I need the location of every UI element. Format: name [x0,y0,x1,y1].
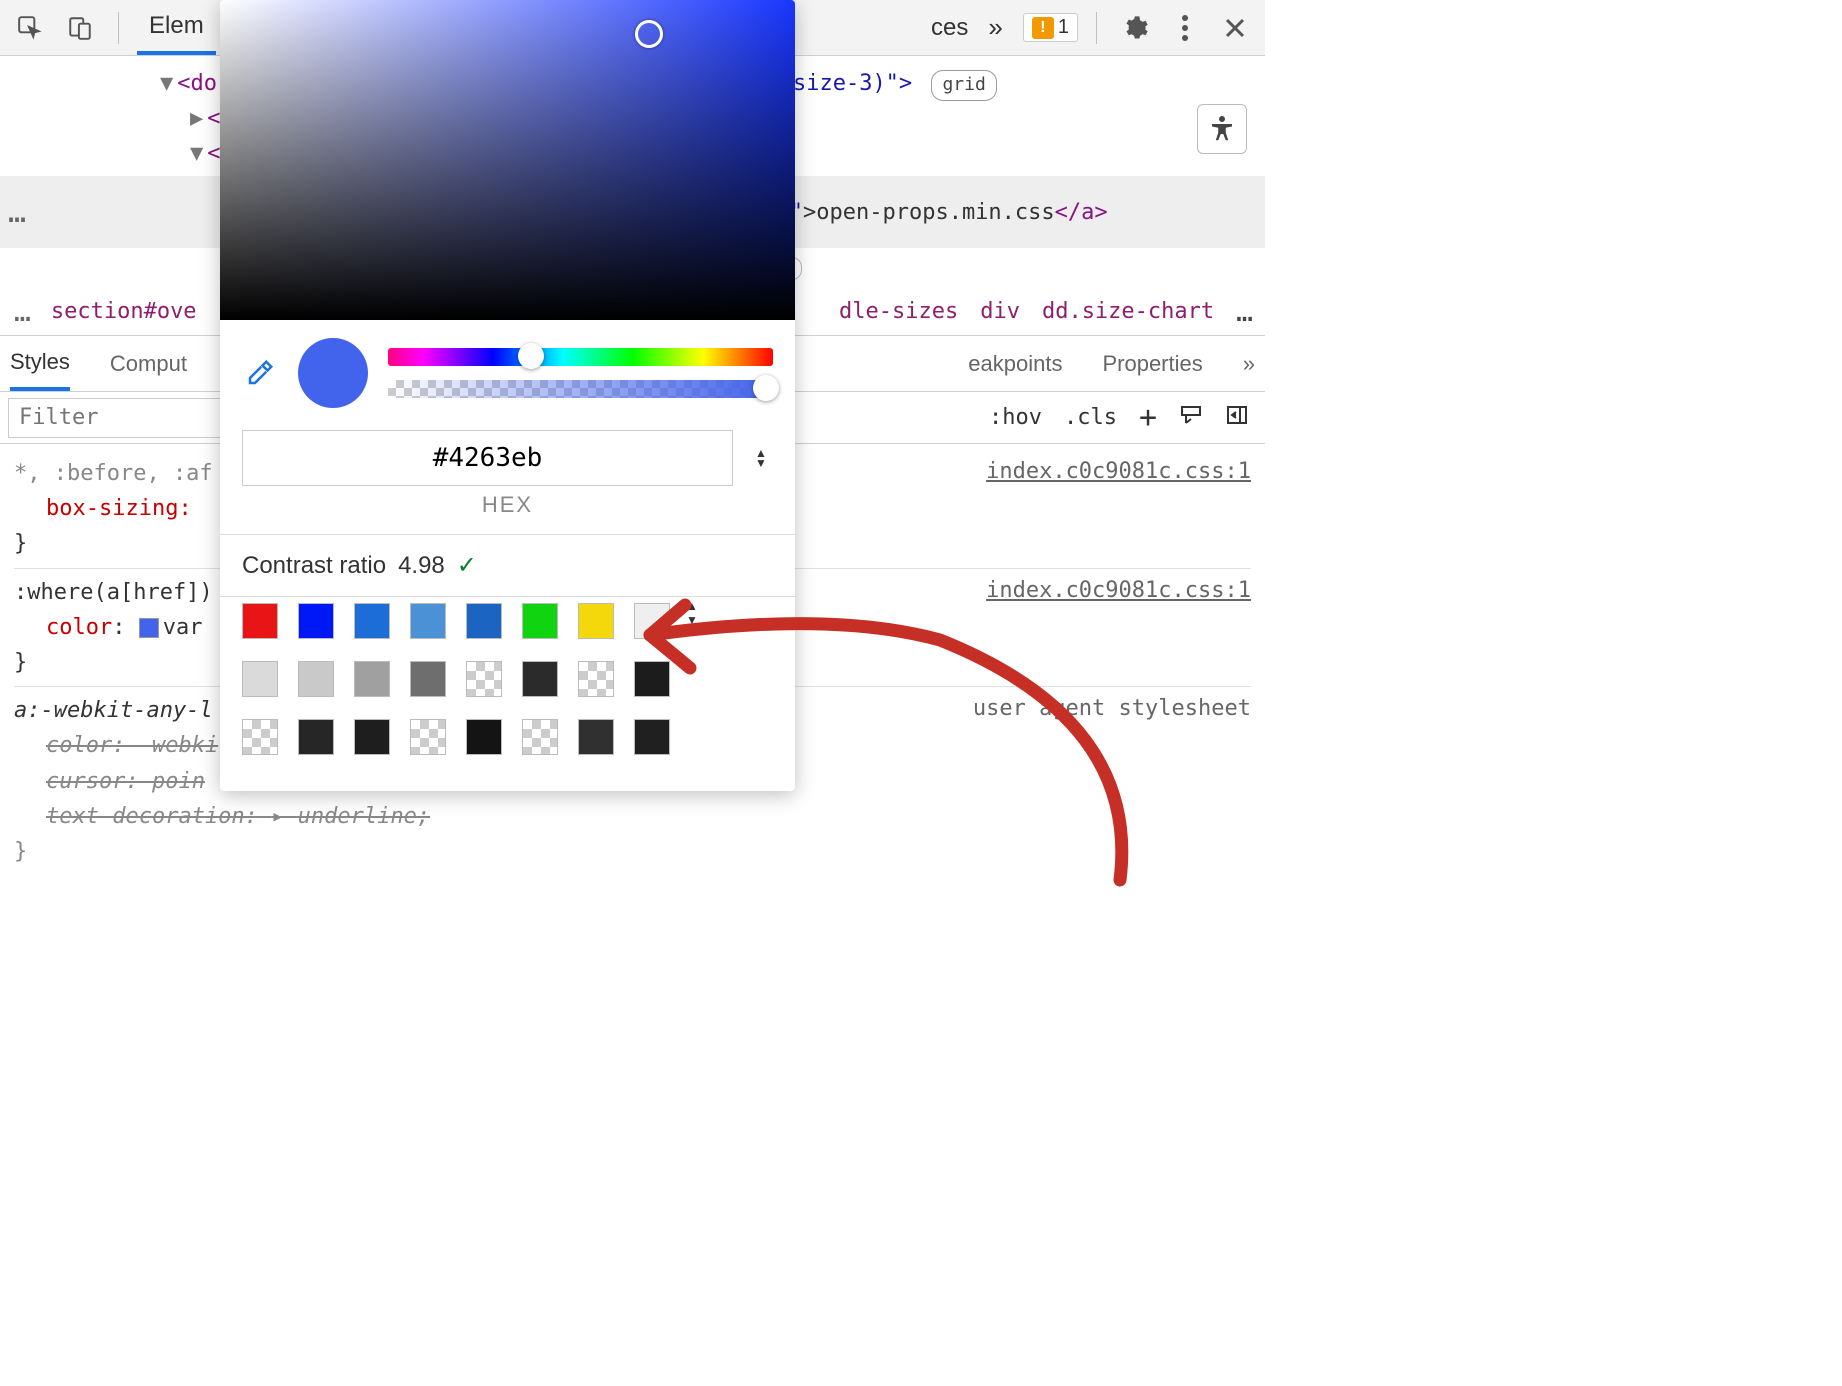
palette-swatch[interactable] [242,603,278,639]
cls-toggle[interactable]: .cls [1064,405,1117,430]
palette-swatch[interactable] [298,603,334,639]
breadcrumb-item[interactable]: div [980,299,1020,324]
tab-overflow[interactable]: » [978,12,1012,43]
grid-badge[interactable]: grid [931,70,996,101]
toolbar-divider [118,12,119,44]
warning-count: 1 [1058,16,1069,39]
toolbar-divider [1096,12,1097,44]
source-link[interactable]: index.c0c9081c.css:1 [986,573,1251,608]
close-icon[interactable] [1215,8,1255,48]
palette-swatch[interactable] [578,719,614,755]
settings-icon[interactable] [1115,8,1155,48]
kebab-menu-icon[interactable] [1165,8,1205,48]
tab-properties[interactable]: Properties [1102,351,1202,377]
palette-swatch[interactable] [410,661,446,697]
palette-swatch[interactable] [410,719,446,755]
palette-switch-icon[interactable]: ▲▼ [686,599,698,627]
hov-toggle[interactable]: :hov [989,405,1042,430]
hex-input[interactable] [242,430,733,486]
breadcrumb-item[interactable]: dle-sizes [839,299,958,324]
color-picker-popover: ▲▼ HEX Contrast ratio 4.98 ✓ ▲▼ [220,0,795,791]
alpha-thumb[interactable] [753,375,779,401]
breadcrumb-item[interactable]: dd.size-chart [1042,299,1214,324]
styles-format-icon[interactable] [1179,403,1203,433]
palette-swatch[interactable] [242,719,278,755]
source-link[interactable]: index.c0c9081c.css:1 [986,454,1251,489]
row-ellipsis: … [8,195,24,230]
breadcrumb-item[interactable]: section#ove [51,299,197,324]
tab-computed[interactable]: Comput [110,351,187,377]
eyedropper-icon[interactable] [242,355,278,391]
palette-swatch[interactable] [522,603,558,639]
contrast-value: 4.98 [398,552,445,580]
tab-overflow[interactable]: » [1243,351,1255,377]
palette-swatch[interactable] [634,719,670,755]
hue-thumb[interactable] [518,343,544,369]
alpha-slider[interactable] [388,380,773,398]
palette-swatch[interactable] [578,603,614,639]
palette-swatch[interactable] [634,603,670,639]
source-link: user agent stylesheet [973,691,1251,726]
contrast-ratio-row[interactable]: Contrast ratio 4.98 ✓ [242,535,773,596]
saturation-value-field[interactable] [220,0,795,320]
palette-swatch[interactable] [242,661,278,697]
palette-swatch[interactable] [522,661,558,697]
palette-swatch[interactable] [298,719,334,755]
palette-swatch[interactable] [354,603,390,639]
accessibility-icon[interactable] [1197,104,1247,154]
palette-swatches [242,597,670,773]
check-icon: ✓ [457,551,477,580]
palette-swatch[interactable] [466,661,502,697]
toggle-sidebar-icon[interactable] [1225,403,1249,433]
palette-swatch[interactable] [466,603,502,639]
palette-swatch[interactable] [410,603,446,639]
hue-slider[interactable] [388,348,773,366]
current-color-preview [298,338,368,408]
palette-swatch[interactable] [466,719,502,755]
inspect-element-icon[interactable] [10,8,50,48]
color-swatch-icon[interactable] [139,618,159,638]
warning-icon: ! [1032,17,1054,39]
palette-swatch[interactable] [354,719,390,755]
palette-swatch[interactable] [354,661,390,697]
palette-swatch[interactable] [578,661,614,697]
palette-swatch[interactable] [522,719,558,755]
tab-breakpoints[interactable]: eakpoints [968,351,1062,377]
warnings-badge[interactable]: ! 1 [1023,13,1078,42]
contrast-label: Contrast ratio [242,552,386,580]
palette-swatch[interactable] [298,661,334,697]
tab-elements[interactable]: Elem [137,0,216,55]
format-label: HEX [242,492,773,518]
tab-styles[interactable]: Styles [10,336,70,391]
palette-swatch[interactable] [634,661,670,697]
device-toggle-icon[interactable] [60,8,100,48]
format-switch-icon[interactable]: ▲▼ [749,448,773,468]
tab-partial-text: ces [931,14,968,42]
new-rule-button[interactable]: + [1139,400,1157,435]
sv-cursor[interactable] [635,20,663,48]
